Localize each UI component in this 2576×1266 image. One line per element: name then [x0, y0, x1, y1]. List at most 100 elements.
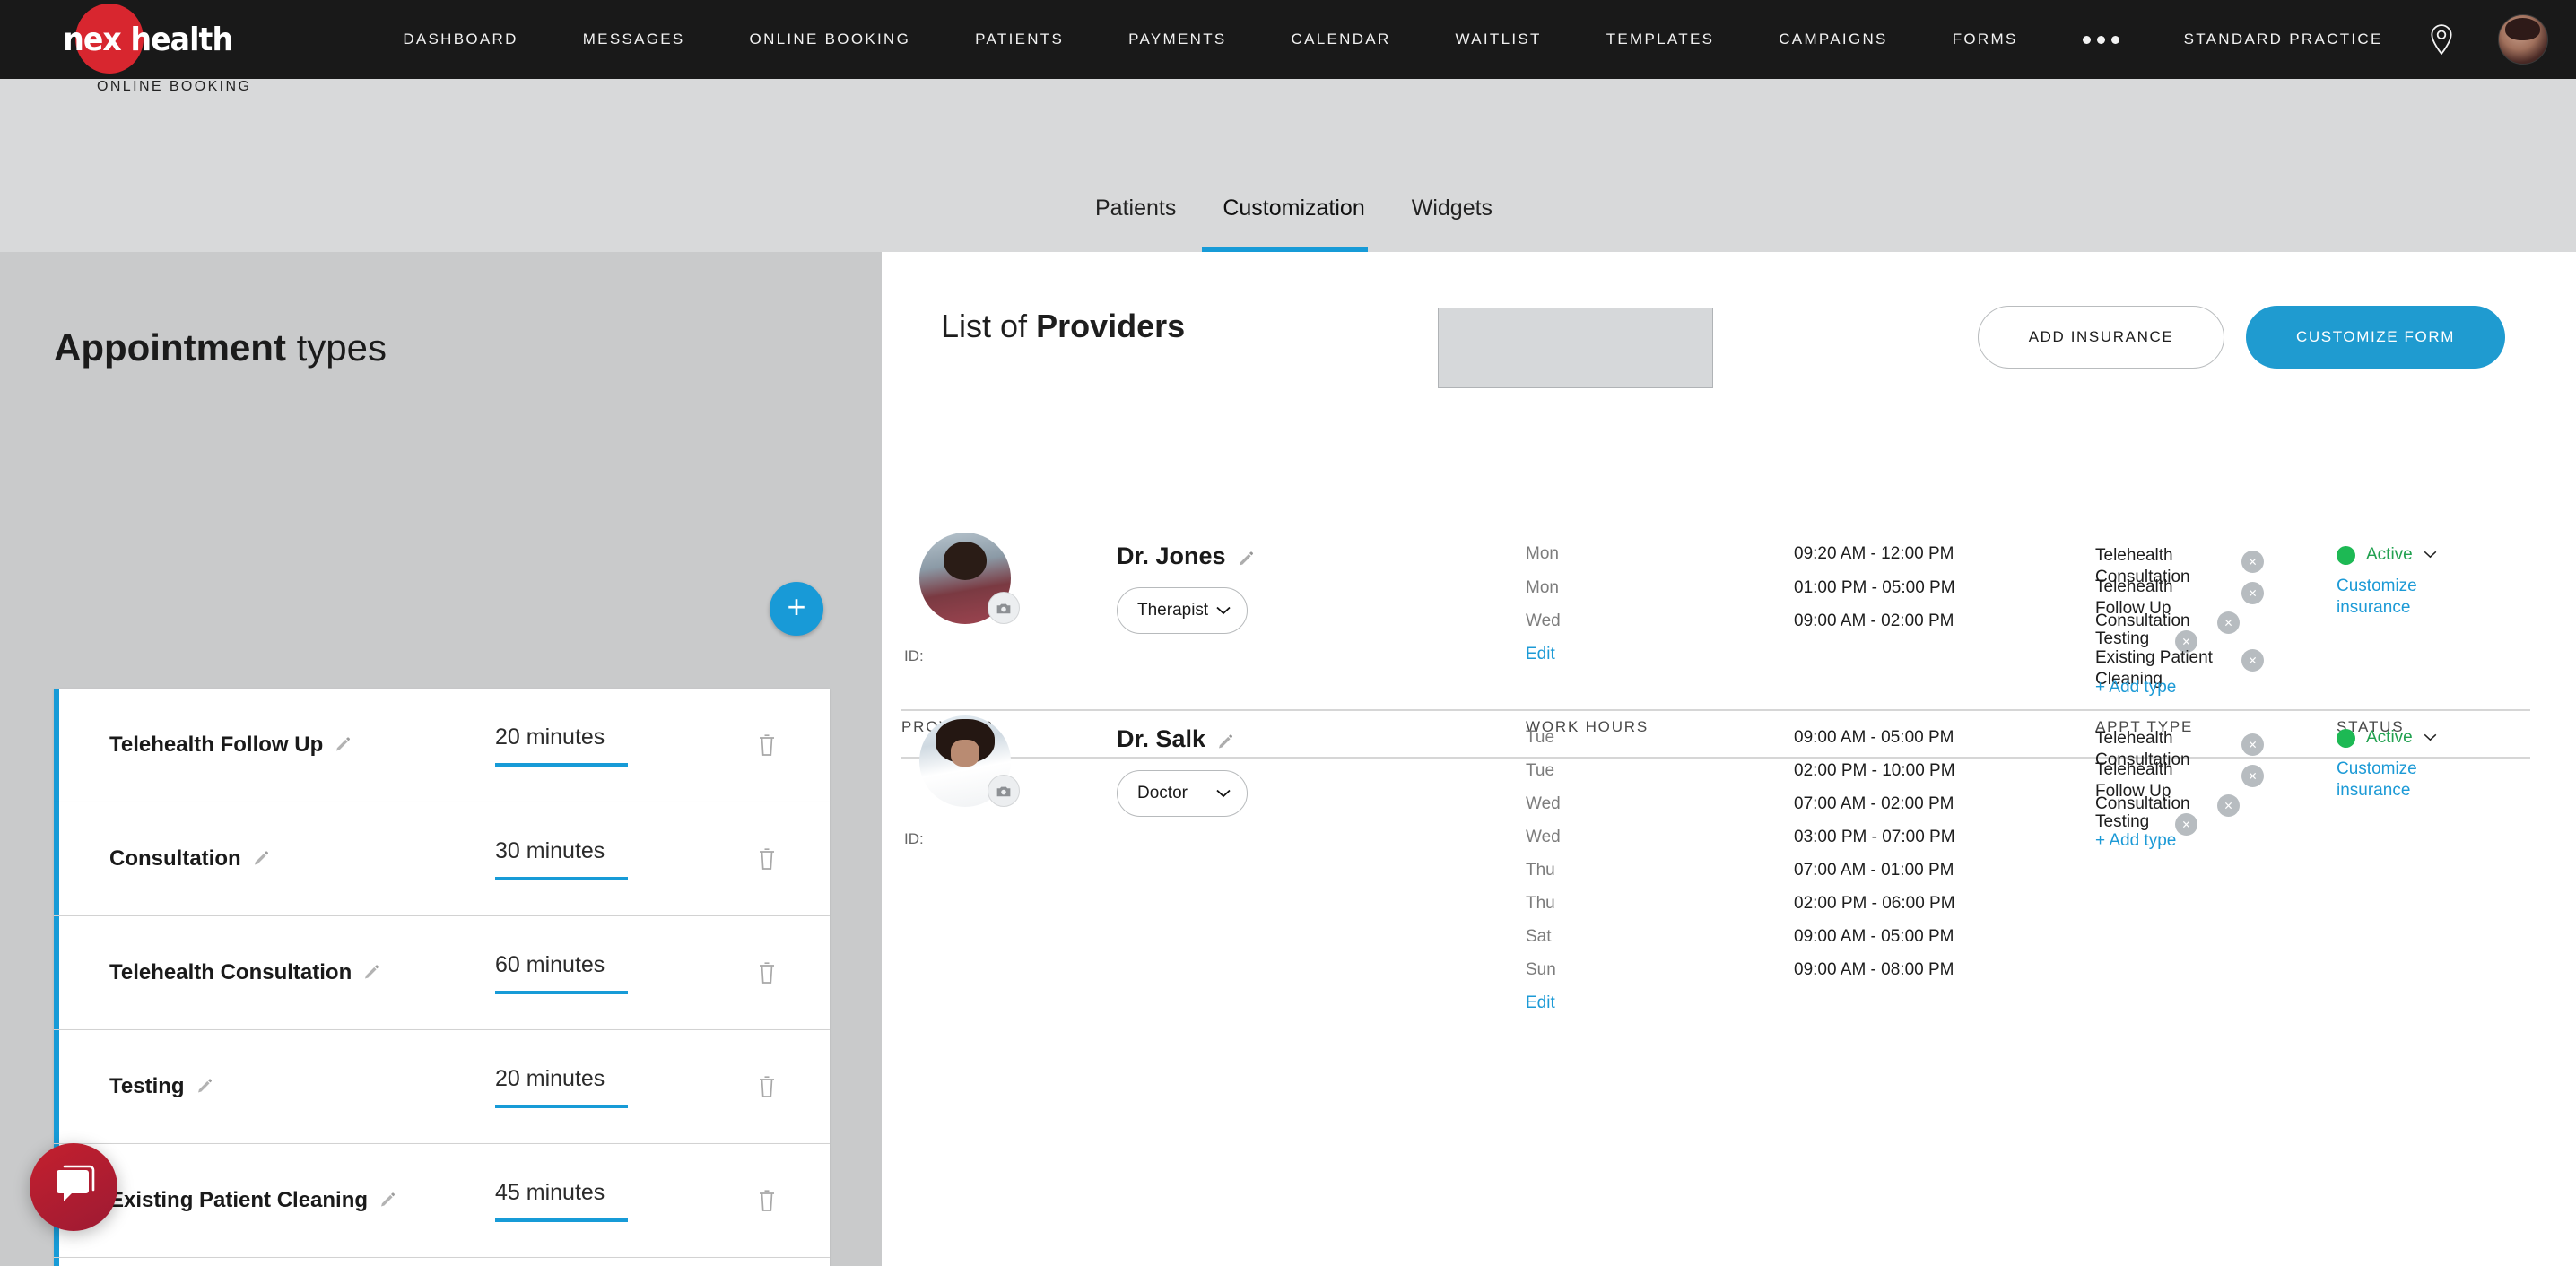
tab-widgets[interactable]: Widgets — [1388, 195, 1516, 241]
work-hours-range: 09:00 AM - 05:00 PM — [1794, 927, 1954, 946]
nav-item-campaigns[interactable]: CAMPAIGNS — [1779, 30, 1887, 48]
trash-icon[interactable] — [756, 846, 778, 871]
provider-id: ID: — [904, 647, 924, 664]
provider-name-text: Dr. Jones — [1117, 542, 1226, 569]
nav-item-messages[interactable]: MESSAGES — [583, 30, 685, 48]
appointment-type-name-row: Testing — [109, 1074, 495, 1099]
trash-icon[interactable] — [756, 1188, 778, 1213]
remove-appt-type-icon[interactable] — [2175, 813, 2197, 836]
list-item[interactable]: Testing 20 minutes — [54, 1030, 830, 1144]
trash-icon[interactable] — [756, 1074, 778, 1099]
status-label: Active — [2366, 545, 2413, 564]
pencil-icon[interactable] — [1237, 548, 1255, 566]
status-badge[interactable]: Active — [2337, 545, 2437, 565]
pencil-icon[interactable] — [334, 736, 352, 754]
customize-form-button[interactable]: CUSTOMIZE FORM — [2246, 306, 2505, 369]
nav-item-online-booking[interactable]: ONLINE BOOKING — [750, 30, 911, 48]
work-hours-day: Thu — [1526, 861, 1555, 880]
list-item[interactable]: Existing Patient Cleaning 45 minutes — [54, 1144, 830, 1258]
chevron-down-icon[interactable] — [2424, 547, 2437, 563]
top-navigation-bar: nex health DASHBOARD MESSAGES ONLINE BOO… — [0, 0, 2576, 79]
work-hours-day: Wed — [1526, 611, 1561, 630]
work-hours-range: 07:00 AM - 02:00 PM — [1794, 794, 1954, 813]
duration-field[interactable]: 30 minutes — [495, 838, 628, 880]
remove-appt-type-icon[interactable] — [2241, 551, 2264, 573]
camera-icon[interactable] — [988, 592, 1020, 624]
location-pin-icon[interactable] — [2428, 24, 2455, 56]
camera-icon[interactable] — [988, 775, 1020, 807]
pencil-icon[interactable] — [252, 850, 270, 868]
pencil-icon[interactable] — [196, 1078, 213, 1096]
practice-name-label[interactable]: STANDARD PRACTICE — [2184, 30, 2383, 48]
provider-role-value: Doctor — [1137, 784, 1188, 802]
remove-appt-type-icon[interactable] — [2241, 649, 2264, 672]
duration-field[interactable]: 60 minutes — [495, 952, 628, 994]
remove-appt-type-icon[interactable] — [2241, 733, 2264, 756]
pencil-icon[interactable] — [379, 1192, 396, 1210]
list-item[interactable]: Telehealth Follow Up 20 minutes — [54, 689, 830, 802]
remove-appt-type-icon[interactable] — [2241, 765, 2264, 787]
providers-title: List of Providers — [941, 308, 1185, 345]
status-label: Active — [2366, 728, 2413, 747]
work-hours-day: Sat — [1526, 927, 1552, 946]
add-insurance-button[interactable]: ADD INSURANCE — [1978, 306, 2224, 369]
provider-role-select[interactable]: Doctor — [1117, 770, 1248, 817]
duration-field[interactable]: 20 minutes — [495, 724, 628, 767]
duration-value: 45 minutes — [495, 1180, 628, 1222]
work-hours-range: 01:00 PM - 05:00 PM — [1794, 578, 1955, 597]
appointment-types-panel: Appointment types + Telehealth Follow Up… — [0, 252, 882, 1266]
provider-role-select[interactable]: Therapist — [1117, 587, 1248, 634]
provider-appt-type: Testing — [2095, 812, 2150, 831]
chat-bubble-icon[interactable] — [30, 1143, 117, 1231]
nexhealth-logo[interactable]: nex health — [56, 3, 239, 74]
status-dot-icon — [2337, 728, 2355, 748]
chevron-down-icon — [1216, 601, 1231, 620]
provider-name: Dr. Salk — [1117, 725, 1234, 753]
duration-field[interactable]: 20 minutes — [495, 1066, 628, 1108]
appointment-type-name: Existing Patient Cleaning — [109, 1188, 369, 1212]
nav-item-waitlist[interactable]: WAITLIST — [1456, 30, 1542, 48]
nav-item-calendar[interactable]: CALENDAR — [1292, 30, 1391, 48]
nav-item-dashboard[interactable]: DASHBOARD — [403, 30, 518, 48]
nav-item-templates[interactable]: TEMPLATES — [1606, 30, 1715, 48]
add-appointment-type-button[interactable]: + — [770, 582, 823, 636]
work-hours-day: Sun — [1526, 960, 1556, 979]
appointment-type-name: Consultation — [109, 846, 241, 871]
status-dot-icon — [2337, 545, 2355, 565]
remove-appt-type-icon[interactable] — [2217, 794, 2240, 817]
status-badge[interactable]: Active — [2337, 728, 2437, 748]
user-avatar[interactable] — [2497, 14, 2548, 65]
provider-name-text: Dr. Salk — [1117, 725, 1206, 752]
tab-patients[interactable]: Patients — [1072, 195, 1199, 241]
pencil-icon[interactable] — [362, 964, 380, 982]
work-hours-range: 02:00 PM - 06:00 PM — [1794, 894, 1955, 913]
list-item[interactable]: Telehealth Consultation 60 minutes — [54, 916, 830, 1030]
tab-bar: Patients Customization Widgets — [1072, 195, 1516, 241]
pencil-icon[interactable] — [1216, 731, 1234, 749]
nav-item-payments[interactable]: PAYMENTS — [1128, 30, 1226, 48]
nav-item-forms[interactable]: FORMS — [1953, 30, 2018, 48]
ellipsis-icon[interactable] — [2082, 35, 2119, 44]
work-hours-range: 09:20 AM - 12:00 PM — [1794, 544, 1954, 563]
divider — [901, 757, 2530, 759]
trash-icon[interactable] — [756, 960, 778, 985]
duration-value: 60 minutes — [495, 952, 628, 994]
add-appt-type-link[interactable]: + Add type — [2095, 831, 2176, 851]
list-item[interactable]: Telehealth 25 minutes — [54, 1258, 830, 1266]
customize-insurance-link[interactable]: Customize insurance — [2337, 576, 2444, 619]
page-title: Appointment types — [54, 326, 387, 369]
chevron-down-icon[interactable] — [2424, 730, 2437, 746]
duration-field[interactable]: 45 minutes — [495, 1180, 628, 1222]
add-appt-type-link[interactable]: + Add type — [2095, 678, 2176, 698]
list-item[interactable]: Consultation 30 minutes — [54, 802, 830, 916]
remove-appt-type-icon[interactable] — [2241, 582, 2264, 604]
nav-item-patients[interactable]: PATIENTS — [975, 30, 1064, 48]
tab-customization[interactable]: Customization — [1199, 195, 1388, 241]
appointment-type-name-row: Existing Patient Cleaning — [109, 1188, 495, 1213]
edit-work-hours-link[interactable]: Edit — [1526, 645, 1555, 664]
remove-appt-type-icon[interactable] — [2217, 611, 2240, 634]
customize-insurance-link[interactable]: Customize insurance — [2337, 759, 2444, 802]
edit-work-hours-link[interactable]: Edit — [1526, 993, 1555, 1013]
page-title-light: types — [296, 326, 387, 369]
trash-icon[interactable] — [756, 733, 778, 758]
